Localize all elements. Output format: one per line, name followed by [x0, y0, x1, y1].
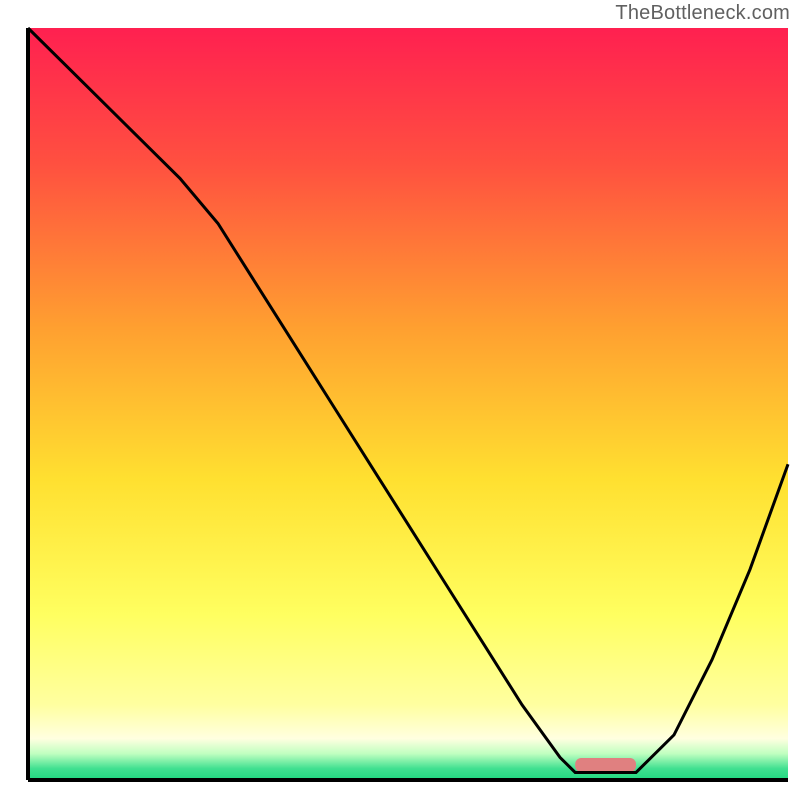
watermark-text: TheBottleneck.com [0, 2, 790, 25]
optimum-marker [575, 758, 636, 772]
chart-svg [0, 0, 800, 800]
bottleneck-chart: TheBottleneck.com [0, 0, 800, 800]
